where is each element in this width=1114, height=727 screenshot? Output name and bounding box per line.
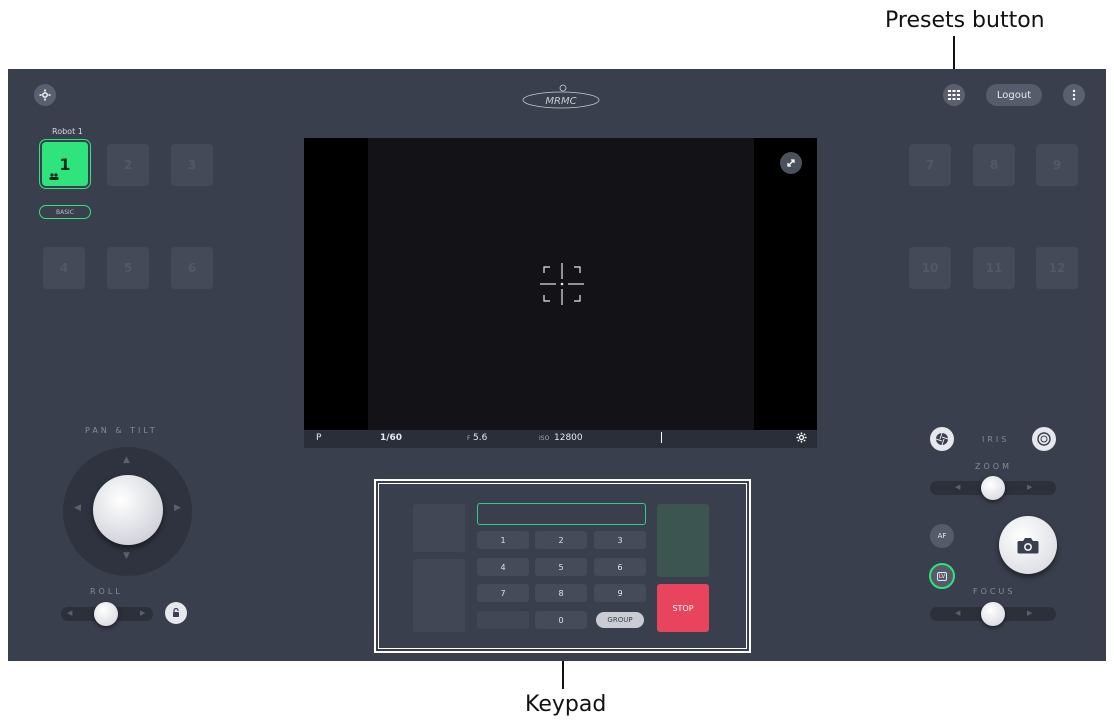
- slot-number: 12: [1048, 261, 1066, 275]
- robot-slot-1[interactable]: 1: [42, 142, 88, 186]
- settings-gear-icon[interactable]: [34, 84, 56, 106]
- keypad-go-button[interactable]: [657, 504, 709, 577]
- fullscreen-expand-icon[interactable]: [780, 152, 802, 174]
- iso-value[interactable]: 12800: [554, 433, 583, 443]
- focus-label: FOCUS: [973, 587, 1016, 596]
- mode-basic-pill[interactable]: BASIC: [39, 205, 91, 219]
- live-view-toggle[interactable]: LV: [929, 563, 955, 589]
- roll-left-arrow-icon: ◀: [67, 609, 73, 617]
- zoom-right-arrow-icon: ▶: [1027, 483, 1033, 491]
- aperture-value[interactable]: 5.6: [473, 433, 487, 443]
- slot-number: 5: [123, 261, 133, 275]
- key-1[interactable]: 1: [477, 531, 529, 549]
- zoom-slider-knob[interactable]: [981, 476, 1005, 500]
- camera-mode[interactable]: P: [316, 433, 321, 443]
- live-view-video[interactable]: [304, 138, 817, 430]
- key-8[interactable]: 8: [535, 584, 587, 602]
- key-7[interactable]: 7: [477, 584, 529, 602]
- key-6[interactable]: 6: [594, 558, 646, 576]
- slot-number: 9: [1052, 158, 1062, 172]
- robot-slot-10[interactable]: 10: [909, 247, 951, 289]
- focus-left-arrow-icon: ◀: [955, 609, 961, 617]
- iris-close-button[interactable]: [930, 427, 954, 451]
- robot-slot-4[interactable]: 4: [43, 247, 85, 289]
- presets-callout-label: Presets button: [885, 8, 1045, 33]
- iso-prefix: ISO: [539, 435, 550, 442]
- iris-open-button[interactable]: [1032, 427, 1056, 451]
- robot-slot-12[interactable]: 12: [1036, 247, 1078, 289]
- pan-tilt-joystick-knob[interactable]: [93, 475, 163, 545]
- robot-slot-7[interactable]: 7: [909, 144, 951, 186]
- keypad-left-button-bottom[interactable]: [413, 559, 465, 632]
- roll-lock-icon[interactable]: [165, 602, 187, 624]
- slot-number: 6: [187, 261, 197, 275]
- slot-number: 8: [989, 158, 999, 172]
- iris-label: IRIS: [982, 435, 1010, 444]
- keypad-callout-label: Keypad: [525, 692, 607, 717]
- key-0[interactable]: 0: [535, 611, 587, 629]
- camera-settings-bar: P 1/60 F 5.6 ISO 12800: [304, 430, 817, 448]
- robot-slot-5[interactable]: 5: [107, 247, 149, 289]
- roll-right-arrow-icon: ▶: [140, 609, 146, 617]
- robot-slot-8[interactable]: 8: [973, 144, 1015, 186]
- lv-icon: LV: [936, 571, 948, 581]
- tilt-down-arrow-icon: ▼: [123, 551, 130, 561]
- slot-number: 7: [925, 158, 935, 172]
- tilt-up-arrow-icon: ▲: [123, 455, 130, 465]
- mrmc-logo: MRMC: [520, 82, 602, 112]
- camera-bar-settings-icon[interactable]: [796, 432, 807, 446]
- shutter-speed[interactable]: 1/60: [380, 433, 402, 443]
- key-2[interactable]: 2: [535, 531, 587, 549]
- slot-number: 11: [985, 261, 1003, 275]
- group-button[interactable]: GROUP: [596, 612, 644, 628]
- pan-right-arrow-icon: ▶: [174, 503, 181, 513]
- logo-text: MRMC: [545, 96, 576, 107]
- more-menu-icon[interactable]: [1063, 84, 1085, 106]
- robot-slot-9[interactable]: 9: [1036, 144, 1078, 186]
- capture-photo-button[interactable]: [999, 516, 1057, 574]
- robot-slot-6[interactable]: 6: [171, 247, 213, 289]
- robot-slot-11[interactable]: 11: [973, 247, 1015, 289]
- keypad-left-button-top[interactable]: [413, 504, 465, 552]
- key-3[interactable]: 3: [594, 531, 646, 549]
- robot-slot-2[interactable]: 2: [107, 144, 149, 186]
- camera-icon: [1017, 537, 1039, 553]
- focus-crosshair-icon: [540, 263, 584, 305]
- roll-slider-knob[interactable]: [94, 602, 118, 626]
- pan-left-arrow-icon: ◀: [74, 503, 81, 513]
- slot-number: 2: [123, 158, 133, 172]
- slot-number: 3: [187, 158, 197, 172]
- logout-button[interactable]: Logout: [986, 84, 1042, 106]
- slot-number: 4: [59, 261, 69, 275]
- robot-label: Robot 1: [52, 127, 83, 136]
- roll-label: ROLL: [90, 587, 123, 596]
- group-icon: [49, 173, 59, 180]
- page: Presets button Keypad MRMC Logout Robot …: [0, 0, 1114, 727]
- keypad-input-field[interactable]: [477, 503, 646, 525]
- key-blank[interactable]: [477, 611, 529, 629]
- zoom-label: ZOOM: [975, 462, 1012, 471]
- focus-right-arrow-icon: ▶: [1027, 609, 1033, 617]
- focus-slider-knob[interactable]: [981, 602, 1005, 626]
- key-5[interactable]: 5: [535, 558, 587, 576]
- key-4[interactable]: 4: [477, 558, 529, 576]
- zoom-left-arrow-icon: ◀: [955, 483, 961, 491]
- pan-tilt-label: PAN & TILT: [85, 426, 158, 435]
- exposure-marker: [661, 432, 662, 443]
- aperture-prefix: F: [467, 435, 471, 442]
- robot-slot-3[interactable]: 3: [171, 144, 213, 186]
- slot-number: 10: [921, 261, 939, 275]
- autofocus-button[interactable]: AF: [930, 524, 954, 548]
- presets-button[interactable]: [943, 84, 965, 106]
- stop-button[interactable]: STOP: [657, 584, 709, 632]
- slot-number: 1: [59, 154, 71, 174]
- key-9[interactable]: 9: [594, 584, 646, 602]
